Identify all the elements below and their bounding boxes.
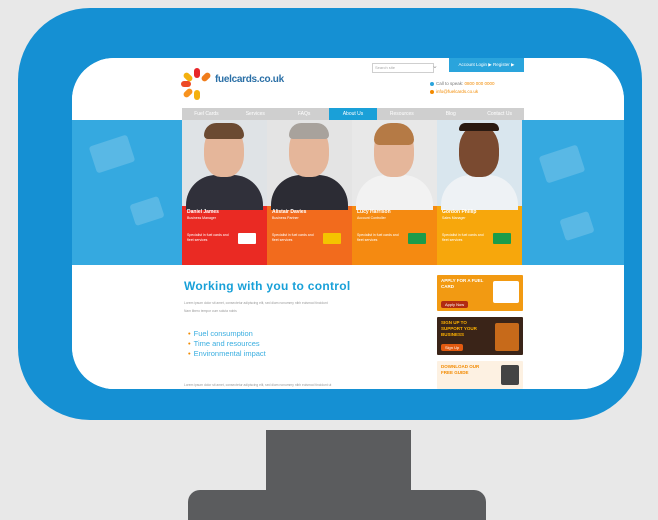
team-member-role: Business Partner: [272, 216, 299, 220]
team-member-name: Gordon Phillip: [442, 209, 477, 215]
team-member-blurb: Specialist in fuel cards and fleet servi…: [272, 233, 314, 242]
logo-text[interactable]: fuelcards.co.uk: [215, 74, 284, 85]
fuel-pump-image: [495, 323, 519, 351]
hero-decoration: [538, 144, 586, 184]
team-member-name: Lucy Harrison: [357, 209, 391, 215]
team-photo: [267, 120, 352, 210]
team-card[interactable]: Daniel James Business Manager Specialist…: [182, 120, 267, 265]
search-input[interactable]: Search site: [372, 63, 434, 73]
main-nav: Fuel Cards Services FAQs About Us Resour…: [182, 108, 524, 120]
guide-ad-banner[interactable]: DOWNLOAD OUR FREE GUIDE: [437, 361, 523, 389]
team-card[interactable]: Lucy Harrison Account Controller Special…: [352, 120, 437, 265]
signup-ad-banner[interactable]: SIGN UP TO SUPPORT YOUR BUSINESS Sign Up: [437, 317, 523, 355]
team-member-role: Account Controller: [357, 216, 386, 220]
team-card[interactable]: Gordon Phillip Sales Manager Specialist …: [437, 120, 522, 265]
card-badge-icon: [323, 233, 341, 244]
page-title: Working with you to control: [184, 279, 351, 293]
account-login-button[interactable]: Account Login ▶ Register ▶: [449, 58, 524, 72]
apply-now-button[interactable]: Apply Now: [441, 301, 469, 308]
card-badge-icon: [408, 233, 426, 244]
nav-item-faqs[interactable]: FAQs: [280, 108, 329, 120]
nav-item-resources[interactable]: Resources: [377, 108, 426, 120]
hero-decoration: [129, 195, 165, 227]
nav-item-contact-us[interactable]: Contact Us: [475, 108, 524, 120]
site-header: fuelcards.co.uk Search site ⌄ Account Lo…: [72, 58, 624, 108]
monitor-frame: fuelcards.co.uk Search site ⌄ Account Lo…: [18, 8, 642, 420]
intro-paragraph-2: Nam libero tempor cum soluta nobis: [184, 309, 237, 313]
team-member-role: Business Manager: [187, 216, 216, 220]
nav-item-services[interactable]: Services: [231, 108, 280, 120]
nav-item-fuel-cards[interactable]: Fuel Cards: [182, 108, 231, 120]
intro-paragraph: Lorem ipsum dolor sit amet, consectetur …: [184, 301, 328, 305]
list-item: • Time and resources: [188, 339, 260, 348]
monitor-screen: fuelcards.co.uk Search site ⌄ Account Lo…: [72, 58, 624, 389]
mail-icon: [430, 89, 434, 94]
main-content: Working with you to control Lorem ipsum …: [72, 265, 624, 389]
team-member-name: Alistair Davies: [272, 209, 307, 215]
contact-email[interactable]: info@fuelcards.co.uk: [430, 89, 478, 94]
team-member-blurb: Specialist in fuel cards and fleet servi…: [187, 233, 229, 242]
team-photo: [182, 120, 267, 210]
team-member-role: Sales Manager: [442, 216, 466, 220]
phone-icon: [430, 81, 434, 86]
monitor-stand-base: [188, 490, 486, 520]
list-item: • Fuel consumption: [188, 329, 253, 338]
logo-icon[interactable]: [181, 68, 213, 100]
nav-item-about-us[interactable]: About Us: [328, 108, 378, 120]
hero-decoration: [559, 210, 595, 242]
fuel-card-image: [493, 281, 519, 303]
list-item: • Environmental impact: [188, 349, 266, 358]
team-member-blurb: Specialist in fuel cards and fleet servi…: [357, 233, 399, 242]
benefits-list: • Fuel consumption • Time and resources • E…: [188, 329, 266, 359]
card-badge-icon: [493, 233, 511, 244]
nav-item-blog[interactable]: Blog: [426, 108, 475, 120]
contact-phone: Call to speak: 0800 000 0000: [430, 81, 495, 86]
card-badge-icon: [238, 233, 256, 244]
team-hero-banner: Daniel James Business Manager Specialist…: [72, 120, 624, 265]
hero-decoration: [88, 134, 136, 174]
team-member-name: Daniel James: [187, 209, 219, 215]
team-member-blurb: Specialist in fuel cards and fleet servi…: [442, 233, 484, 242]
guide-image: [501, 365, 519, 385]
apply-ad-banner[interactable]: APPLY FOR A FUEL CARD Apply Now: [437, 275, 523, 311]
chevron-down-icon[interactable]: ⌄: [432, 62, 442, 72]
team-card[interactable]: Alistair Davies Business Partner Special…: [267, 120, 352, 265]
outro-paragraph: Lorem ipsum dolor sit amet, consectetur …: [184, 383, 332, 387]
team-photo: [352, 120, 437, 210]
sign-up-button[interactable]: Sign Up: [441, 344, 464, 351]
team-photo: [437, 120, 522, 210]
